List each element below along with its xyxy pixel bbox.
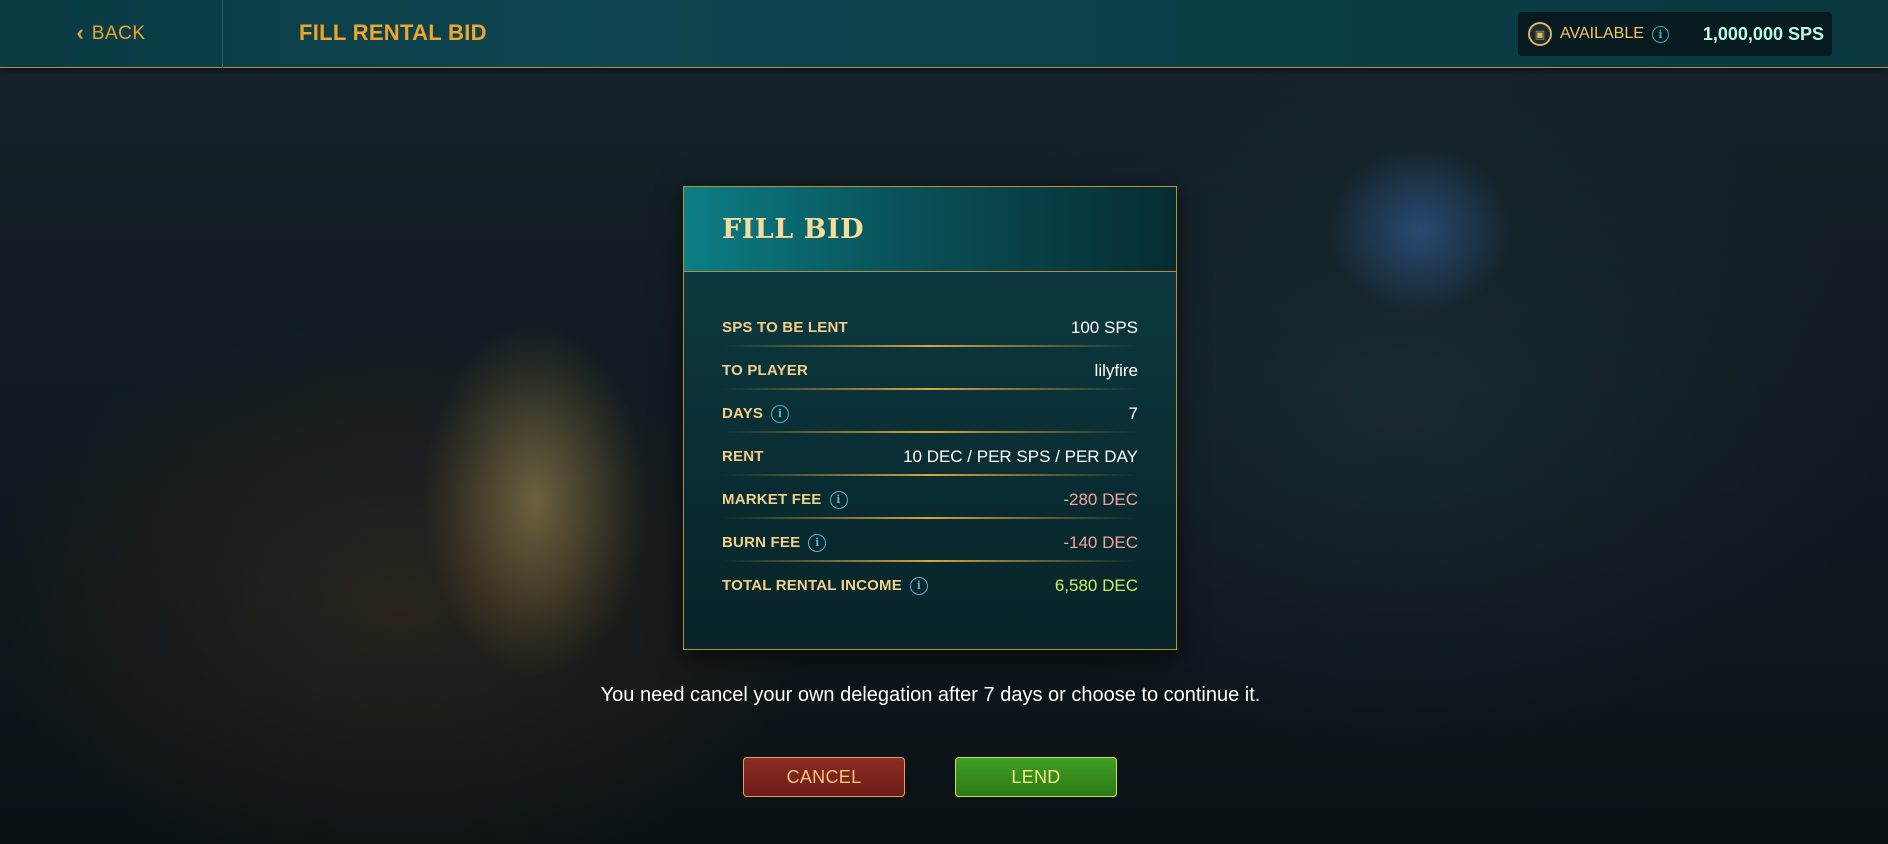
detail-label: DAYS [722, 405, 764, 422]
detail-value: 10 DEC / PER SPS / PER DAY [903, 446, 1138, 466]
back-button[interactable]: ‹ BACK [0, 0, 223, 68]
detail-row-burn-fee: BURN FEE i -140 DEC [722, 521, 1138, 564]
dialog-header: FILL BID [684, 187, 1176, 272]
detail-value: lilyfire [1094, 360, 1138, 380]
available-label: AVAILABLE [1560, 25, 1644, 42]
info-icon[interactable]: i [808, 533, 827, 552]
info-icon[interactable]: i [829, 490, 848, 509]
delegation-note: You need cancel your own delegation afte… [600, 684, 1261, 706]
info-icon[interactable]: i [771, 404, 790, 423]
detail-value: 6,580 DEC [1054, 575, 1138, 595]
detail-row-market-fee: MARKET FEE i -280 DEC [722, 478, 1138, 521]
detail-label: MARKET FEE [722, 491, 822, 508]
detail-label-wrap: TOTAL RENTAL INCOME i [722, 576, 928, 595]
lend-button[interactable]: LEND [955, 757, 1117, 797]
detail-label-wrap: DAYS i [722, 404, 790, 423]
chevron-left-icon: ‹ [76, 20, 84, 45]
sps-token-icon: ▣ [1528, 22, 1552, 46]
cancel-button[interactable]: CANCEL [743, 757, 905, 797]
info-icon[interactable]: i [1651, 25, 1669, 43]
available-value: 1,000,000 SPS [1702, 23, 1824, 44]
detail-label: RENT [722, 448, 764, 465]
back-label: BACK [91, 23, 146, 44]
bid-details: SPS TO BE LENT 100 SPS TO PLAYER lilyfir… [684, 272, 1176, 607]
detail-label: SPS TO BE LENT [722, 319, 848, 336]
detail-label: TOTAL RENTAL INCOME [722, 577, 902, 594]
detail-value: -280 DEC [1063, 489, 1138, 509]
detail-row-to-player: TO PLAYER lilyfire [722, 349, 1138, 392]
page-title: FILL RENTAL BID [299, 20, 487, 45]
info-icon[interactable]: i [909, 576, 928, 595]
detail-row-rent: RENT 10 DEC / PER SPS / PER DAY [722, 435, 1138, 478]
fill-bid-dialog: FILL BID SPS TO BE LENT 100 SPS TO PLAYE… [683, 186, 1177, 650]
available-balance: ▣ AVAILABLE i 1,000,000 SPS [1518, 12, 1832, 56]
detail-label-wrap: MARKET FEE i [722, 490, 848, 509]
top-bar: ‹ BACK FILL RENTAL BID ▣ AVAILABLE i 1,0… [0, 0, 1888, 68]
detail-value: -140 DEC [1063, 532, 1138, 552]
detail-row-sps-to-be-lent: SPS TO BE LENT 100 SPS [722, 306, 1138, 349]
detail-value: 7 [1128, 403, 1138, 423]
detail-label: BURN FEE [722, 534, 801, 551]
detail-row-days: DAYS i 7 [722, 392, 1138, 435]
detail-row-total-rental-income: TOTAL RENTAL INCOME i 6,580 DEC [722, 564, 1138, 607]
dialog-title: FILL BID [722, 213, 865, 245]
detail-label-wrap: BURN FEE i [722, 533, 827, 552]
detail-label: TO PLAYER [722, 362, 808, 379]
detail-value: 100 SPS [1070, 317, 1138, 337]
